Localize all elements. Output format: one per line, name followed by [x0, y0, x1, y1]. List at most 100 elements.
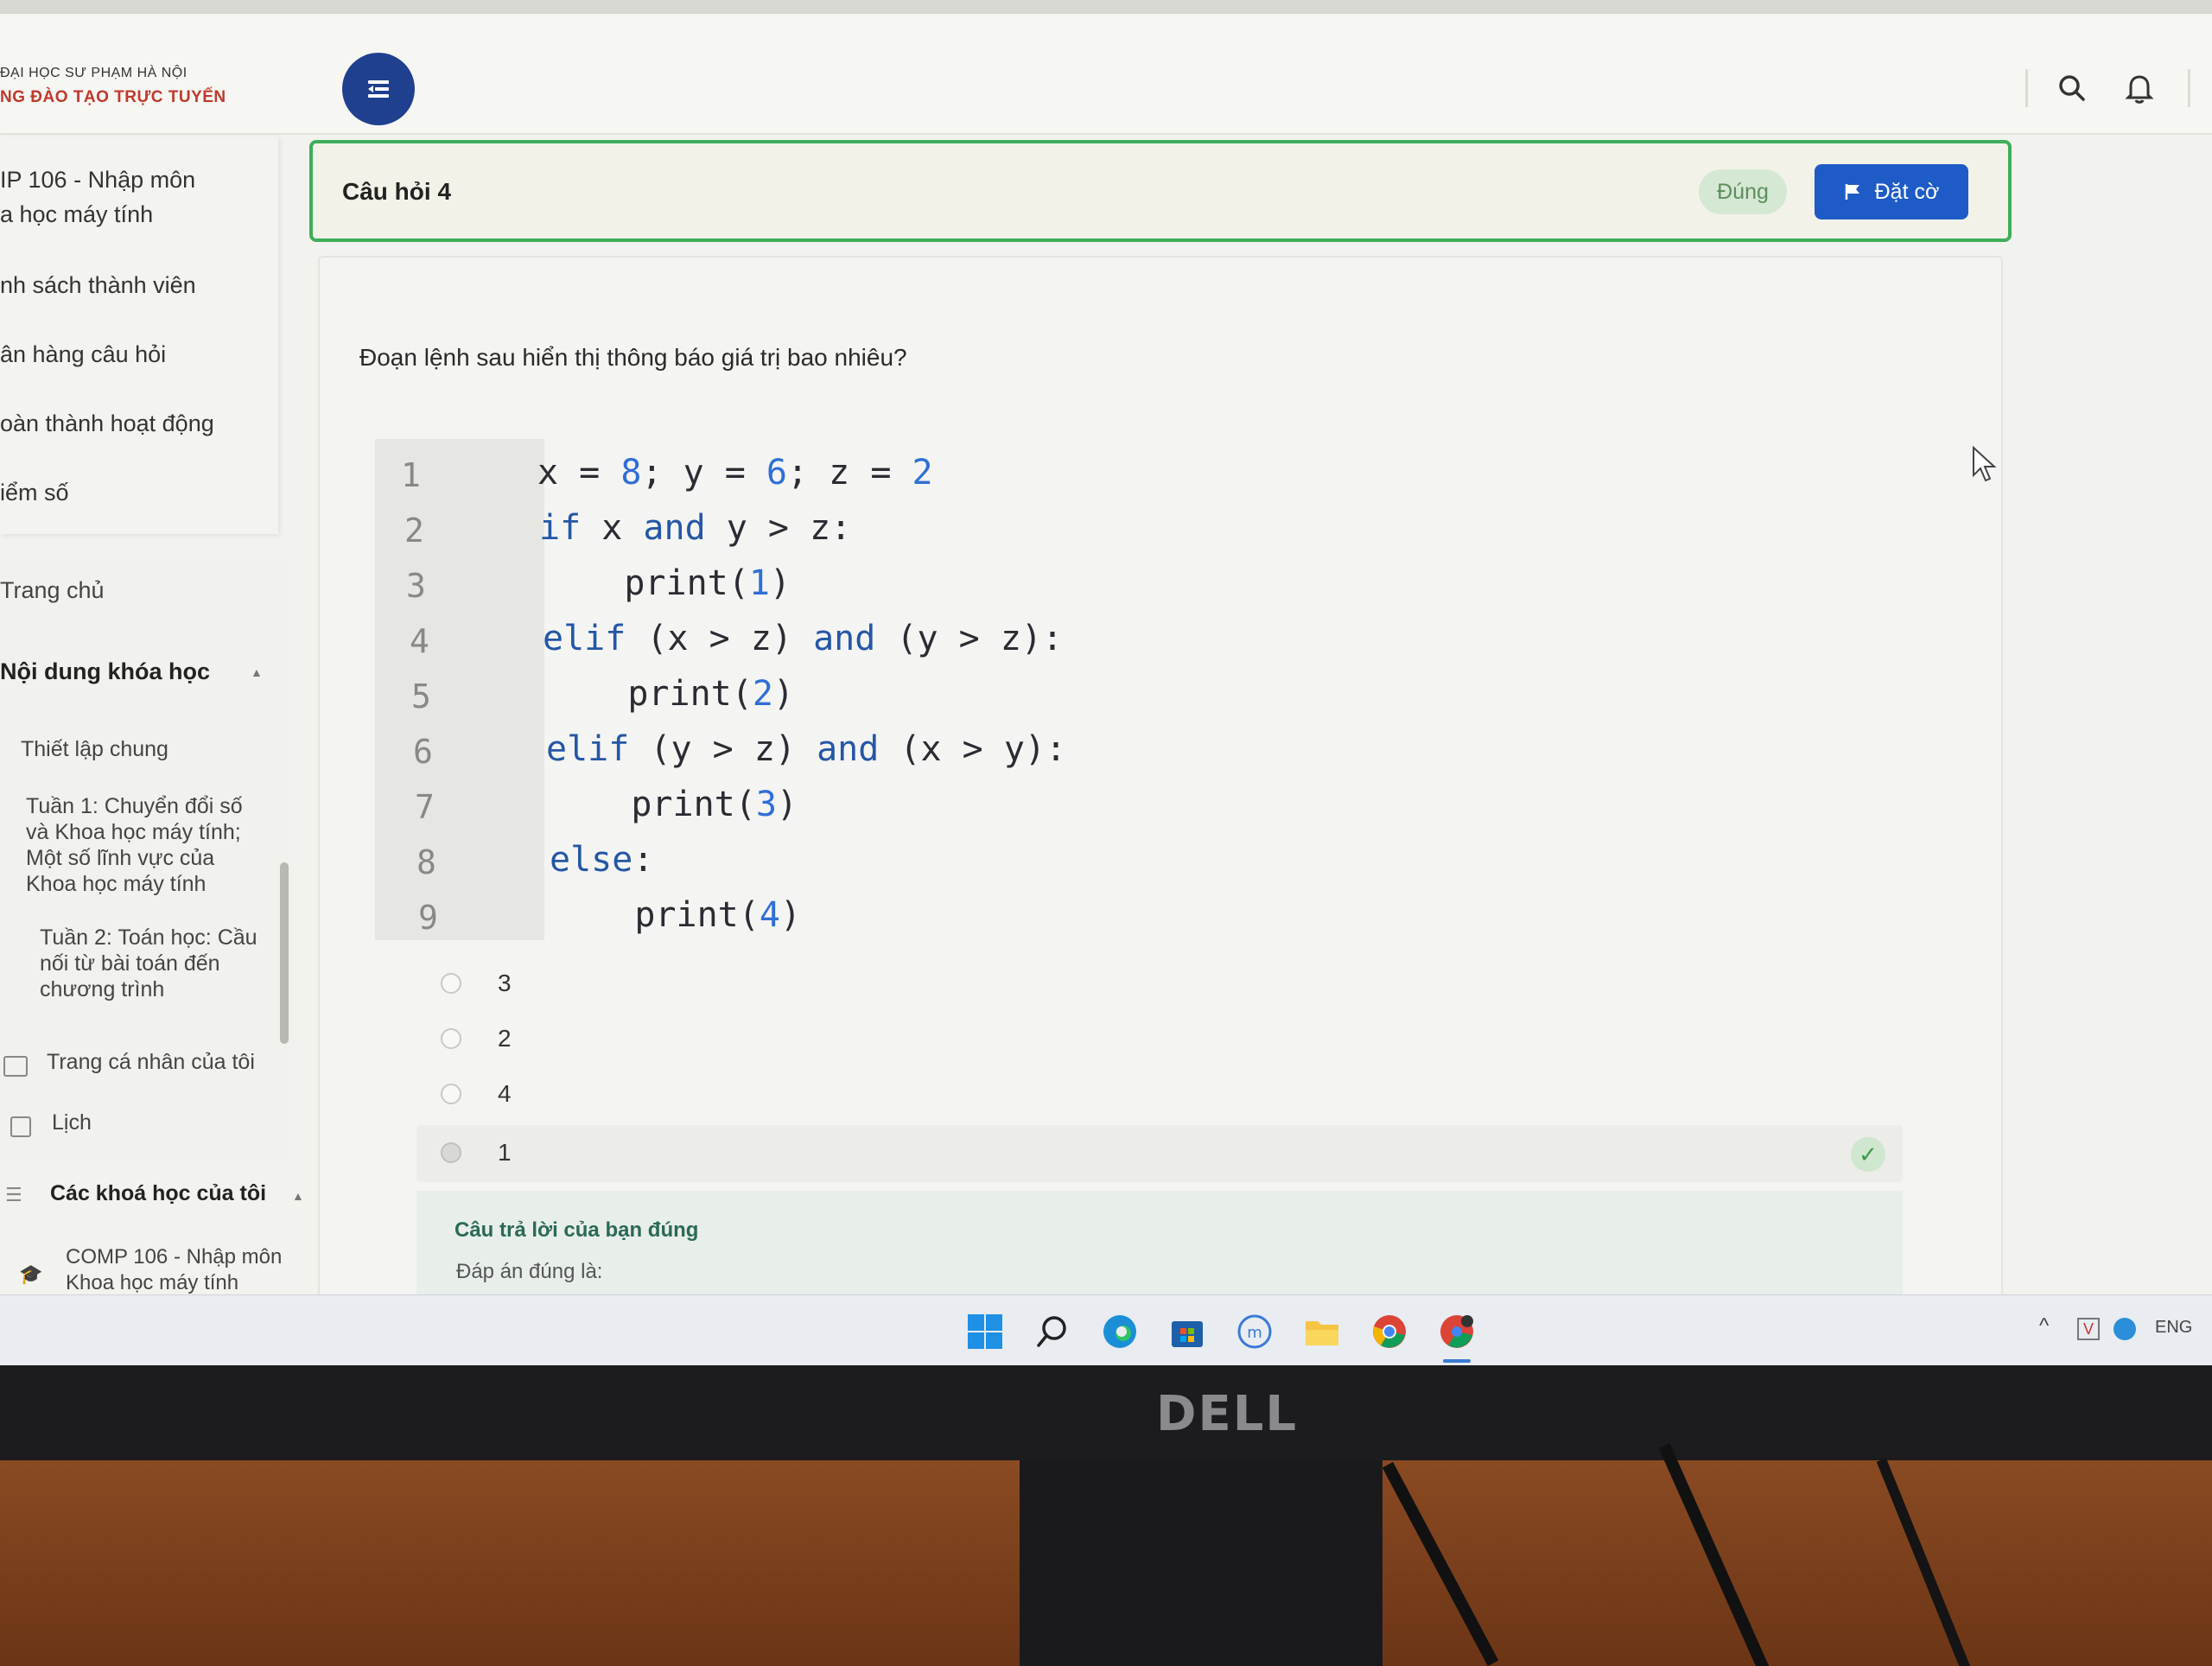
language-indicator[interactable]: ENG	[2155, 1318, 2192, 1338]
answer-option-selected[interactable]: 1	[441, 1139, 512, 1167]
site-brand[interactable]: ĐẠI HỌC SƯ PHẠM HÀ NỘI NG ĐÀO TẠO TRỰC T…	[0, 66, 226, 107]
sidebar-item-course-content[interactable]: Nội dung khóa học	[0, 658, 210, 684]
question-content: Đoạn lệnh sau hiển thị thông báo giá trị…	[318, 256, 2003, 1303]
course-title-line2[interactable]: a học máy tính	[0, 197, 153, 232]
line-number: 5	[411, 677, 431, 715]
section-week-1[interactable]: Tuần 1: Chuyển đổi số và Khoa học máy tí…	[26, 793, 243, 897]
code-line-3: print(1)	[541, 563, 791, 603]
mouse-cursor-icon	[1973, 446, 1997, 482]
notification-bell-icon[interactable]	[2122, 71, 2157, 105]
search-icon[interactable]	[2055, 71, 2089, 105]
line-number: 4	[410, 622, 429, 660]
line-number: 8	[416, 843, 436, 881]
sidebar-item-question-bank[interactable]: ân hàng câu hỏi	[0, 337, 166, 372]
active-app-indicator	[1443, 1359, 1471, 1363]
status-badge: Đúng	[1699, 169, 1787, 214]
answer-label: 2	[498, 1025, 512, 1052]
calendar-icon	[10, 1116, 31, 1137]
selected-answer-row: ✓	[416, 1125, 1903, 1182]
list-icon: ☰	[5, 1184, 22, 1205]
windows-start-icon[interactable]	[966, 1313, 1004, 1351]
sidebar-item-home[interactable]: Trang chủ	[0, 577, 105, 603]
code-line-9: print(4)	[551, 895, 802, 935]
code-gutter	[375, 439, 544, 940]
section-week-2[interactable]: Tuần 2: Toán học: Cầu nối từ bài toán đế…	[40, 925, 257, 1002]
drawer-toggle-button[interactable]	[342, 53, 415, 125]
section-line: nối từ bài toán đến	[40, 951, 220, 976]
course-title-line1[interactable]: IP 106 - Nhập môn	[0, 162, 195, 197]
line-number: 1	[401, 456, 421, 494]
flag-question-label: Đặt cờ	[1874, 179, 1940, 204]
tray-network-icon[interactable]	[2113, 1318, 2136, 1340]
screen: ĐẠI HỌC SƯ PHẠM HÀ NỘI NG ĐÀO TẠO TRỰC T…	[0, 0, 2212, 1365]
sidebar-item-activity-completion[interactable]: oàn thành hoạt động	[0, 406, 214, 441]
meet-app-icon[interactable]: m	[1236, 1313, 1274, 1351]
code-line-1: x = 8; y = 6; z = 2	[537, 453, 933, 493]
chevron-up-icon[interactable]: ▲	[251, 665, 263, 679]
chevron-up-icon[interactable]: ▲	[292, 1189, 304, 1203]
course-menu-card: IP 106 - Nhập môn a học máy tính nh sách…	[0, 137, 278, 534]
code-line-6: elif (y > z) and (x > y):	[546, 729, 1067, 769]
flag-icon	[1845, 184, 1859, 200]
code-block: 1 2 3 4 5 6 7 8 9 x = 8; y = 6; z = 2 if…	[375, 439, 1481, 940]
radio-button[interactable]	[441, 973, 461, 994]
header-divider	[2025, 69, 2028, 107]
code-line-8: else:	[550, 840, 654, 880]
line-number: 3	[406, 567, 426, 605]
search-icon[interactable]	[1033, 1313, 1071, 1351]
line-number: 2	[404, 512, 424, 550]
tray-app-icon[interactable]: V	[2077, 1318, 2100, 1340]
answer-option[interactable]: 3	[441, 970, 512, 997]
header-divider	[2188, 69, 2190, 107]
monitor-brand-logo: DELL	[1156, 1386, 1299, 1442]
radio-button-checked[interactable]	[441, 1142, 461, 1163]
chrome-icon[interactable]	[1370, 1313, 1408, 1351]
section-general[interactable]: Thiết lập chung	[21, 736, 168, 762]
code-line-2: if x and y > z:	[539, 508, 852, 548]
edge-browser-icon[interactable]	[1101, 1313, 1139, 1351]
section-line: và Khoa học máy tính;	[26, 820, 241, 844]
feedback-right-answer: Đáp án đúng là:	[456, 1260, 603, 1283]
code-line-4: elif (x > z) and (y > z):	[543, 619, 1064, 658]
sidebar-item-profile[interactable]: Trang cá nhân của tôi	[47, 1049, 255, 1075]
line-number: 6	[413, 733, 433, 771]
flag-question-button[interactable]: Đặt cờ	[1815, 164, 1968, 219]
chrome-profile-icon[interactable]	[1438, 1313, 1476, 1351]
site-header: ĐẠI HỌC SƯ PHẠM HÀ NỘI NG ĐÀO TẠO TRỰC T…	[0, 14, 2212, 135]
answer-label: 1	[498, 1139, 512, 1166]
code-line-7: print(3)	[548, 785, 798, 824]
code-line-5: print(2)	[544, 674, 795, 714]
section-line: Khoa học máy tính	[26, 872, 207, 896]
feedback-correct: Câu trả lời của bạn đúng	[454, 1218, 699, 1242]
line-number: 9	[418, 899, 438, 937]
radio-button[interactable]	[441, 1028, 461, 1049]
monitor-stand	[1020, 1460, 1382, 1666]
brand-university: ĐẠI HỌC SƯ PHẠM HÀ NỘI	[0, 66, 188, 80]
sidebar-scrollbar[interactable]	[280, 862, 289, 1044]
answer-option[interactable]: 4	[441, 1080, 512, 1108]
section-line: chương trình	[40, 977, 165, 1002]
sidebar-item-calendar[interactable]: Lịch	[52, 1110, 92, 1135]
browser-top-strip	[0, 0, 2212, 14]
profile-icon	[3, 1056, 28, 1077]
feedback-box: Câu trả lời của bạn đúng Đáp án đúng là:	[416, 1191, 1903, 1303]
store-icon[interactable]	[1168, 1313, 1206, 1351]
answer-option[interactable]: 2	[441, 1025, 512, 1052]
chevron-up-icon[interactable]: ^	[2039, 1314, 2049, 1339]
radio-button[interactable]	[441, 1084, 461, 1104]
file-explorer-icon[interactable]	[1303, 1313, 1341, 1351]
menu-collapse-icon	[368, 80, 389, 98]
section-line: Tuần 1: Chuyển đổi số	[26, 794, 243, 818]
windows-taskbar: m ^ V ENG	[0, 1294, 2212, 1365]
sidebar-item-comp106[interactable]: COMP 106 - Nhập môn Khoa học máy tính	[66, 1244, 282, 1296]
course-line: COMP 106 - Nhập môn	[66, 1245, 283, 1269]
answer-label: 3	[498, 970, 512, 996]
section-line: Thiết lập chung	[21, 737, 168, 761]
sidebar: IP 106 - Nhập môn a học máy tính nh sách…	[0, 137, 311, 1294]
sidebar-item-participants[interactable]: nh sách thành viên	[0, 268, 196, 302]
question-number: Câu hỏi 4	[342, 178, 452, 205]
section-line: Một số lĩnh vực của	[26, 846, 215, 870]
line-number: 7	[415, 788, 435, 826]
sidebar-item-grades[interactable]: iểm số	[0, 475, 69, 510]
sidebar-item-my-courses[interactable]: Các khoá học của tôi	[50, 1180, 266, 1206]
